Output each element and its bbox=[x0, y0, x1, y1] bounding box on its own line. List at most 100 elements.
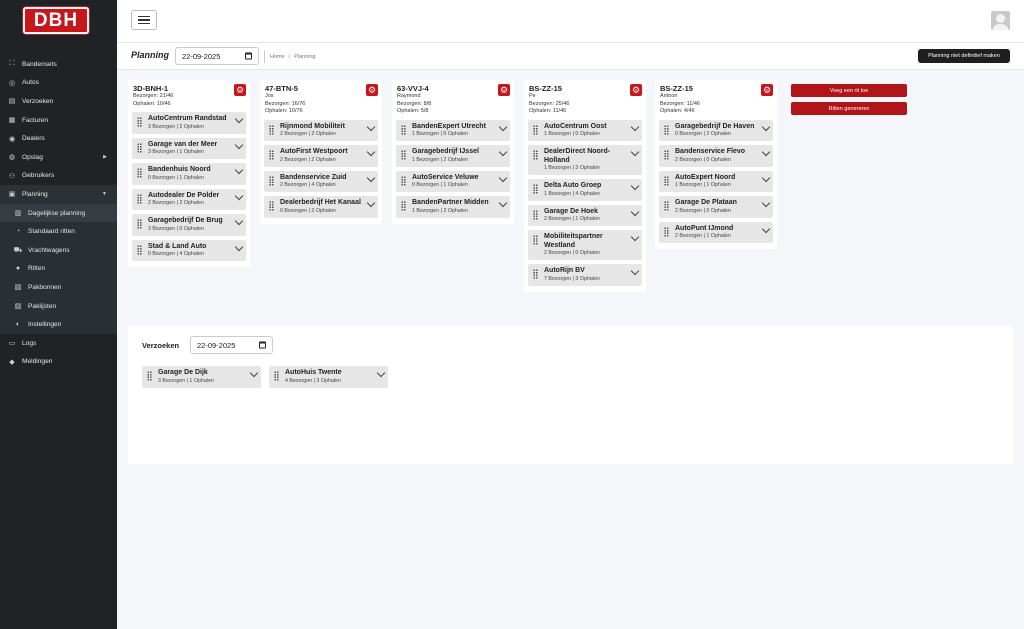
chevron-down-icon[interactable] bbox=[376, 368, 386, 378]
drag-handle-icon[interactable] bbox=[401, 201, 406, 211]
gear-icon[interactable]: ⚙ bbox=[366, 84, 378, 96]
stop-card[interactable]: Rijnmond Mobiliteit 2 Bezorgen | 2 Ophale… bbox=[264, 119, 378, 141]
chevron-down-icon[interactable] bbox=[234, 242, 244, 251]
sidebar-item-bandensets[interactable]: ⛶ Bandensets bbox=[0, 55, 117, 74]
chevron-down-icon[interactable] bbox=[366, 122, 376, 131]
chevron-down-icon[interactable] bbox=[366, 198, 376, 208]
chevron-down-icon[interactable] bbox=[630, 122, 640, 131]
stop-card[interactable]: DealerDirect Noord-Holland 1 Bezorgen | 3… bbox=[528, 145, 642, 175]
chevron-down-icon[interactable] bbox=[761, 122, 771, 131]
chevron-down-icon[interactable] bbox=[234, 216, 244, 226]
finalize-planning-button[interactable]: Planning niet definitief maken bbox=[918, 49, 1010, 63]
drag-handle-icon[interactable] bbox=[269, 124, 274, 135]
drag-handle-icon[interactable] bbox=[137, 193, 142, 204]
generate-routes-button[interactable]: Ritten genereren bbox=[791, 102, 907, 115]
stop-card[interactable]: AutoCentrum Randstad 3 Bezorgen | 2 Ophal… bbox=[132, 112, 246, 134]
drag-handle-icon[interactable] bbox=[269, 175, 274, 186]
stop-card[interactable]: Garage van der Meer 3 Bezorgen | 1 Ophale… bbox=[132, 137, 246, 159]
stop-card[interactable]: Garagebedrijf De Brug 3 Bezorgen | 0 Opha… bbox=[132, 214, 246, 236]
sidebar-item-pakbonnen[interactable]: ▧ Pakbonnen bbox=[0, 278, 117, 297]
drag-handle-icon[interactable] bbox=[664, 150, 669, 160]
chevron-down-icon[interactable] bbox=[234, 191, 244, 200]
stop-card[interactable]: BandenPartner Midden 1 Bezorgen | 2 Ophal… bbox=[396, 196, 510, 218]
chevron-down-icon[interactable] bbox=[761, 224, 771, 233]
drag-handle-icon[interactable] bbox=[533, 184, 538, 194]
drag-handle-icon[interactable] bbox=[401, 124, 406, 135]
drag-handle-icon[interactable] bbox=[533, 235, 538, 245]
drag-handle-icon[interactable] bbox=[274, 371, 279, 381]
drag-handle-icon[interactable] bbox=[664, 201, 669, 211]
chevron-down-icon[interactable] bbox=[630, 266, 640, 276]
stop-card[interactable]: BandenExpert Utrecht 1 Bezorgen | 0 Ophal… bbox=[396, 119, 510, 141]
sidebar-item-autos[interactable]: ◎ Autos bbox=[0, 74, 117, 93]
stop-card[interactable]: Mobiliteitspartner Westland 2 Bezorgen | … bbox=[528, 230, 642, 260]
sidebar-item-meldingen[interactable]: ◆ Meldingen bbox=[0, 353, 117, 372]
drag-handle-icon[interactable] bbox=[533, 124, 538, 135]
drag-handle-icon[interactable] bbox=[664, 226, 669, 237]
sidebar-item-gebruikers[interactable]: ⚇ Gebruikers bbox=[0, 167, 117, 186]
stop-card[interactable]: Bandenservice Flevo 2 Bezorgen | 0 Ophale… bbox=[659, 145, 773, 167]
request-card[interactable]: AutoHuis Twente 4 Bezorgen | 3 Ophalen bbox=[269, 366, 388, 388]
stop-card[interactable]: AutoRijn BV 7 Bezorgen | 3 Ophalen bbox=[528, 264, 642, 286]
stop-card[interactable]: Garage De Hoek 2 Bezorgen | 1 Ophalen bbox=[528, 204, 642, 226]
sidebar-item-dealers[interactable]: ◉ Dealers bbox=[0, 129, 117, 148]
stop-card[interactable]: Garage De Plataan 2 Bezorgen | 0 Ophalen bbox=[659, 196, 773, 218]
drag-handle-icon[interactable] bbox=[533, 150, 538, 160]
drag-handle-icon[interactable] bbox=[401, 150, 406, 160]
stop-card[interactable]: AutoCentrum Oost 1 Bezorgen | 0 Ophalen bbox=[528, 119, 642, 141]
calendar-icon[interactable] bbox=[259, 341, 266, 349]
menu-toggle-button[interactable] bbox=[131, 10, 157, 30]
stop-card[interactable]: AutoExpert Noord 1 Bezorgen | 1 Ophalen bbox=[659, 170, 773, 192]
stop-card[interactable]: Dealerbedrijf Het Kanaal 0 Bezorgen | 2 O… bbox=[264, 196, 378, 218]
drag-handle-icon[interactable] bbox=[137, 244, 142, 255]
chevron-down-icon[interactable] bbox=[249, 368, 259, 378]
chevron-down-icon[interactable] bbox=[498, 147, 508, 157]
avatar[interactable] bbox=[991, 11, 1010, 30]
drag-handle-icon[interactable] bbox=[533, 209, 538, 220]
stop-card[interactable]: Stad & Land Auto 0 Bezorgen | 4 Ophalen bbox=[132, 239, 246, 261]
chevron-down-icon[interactable] bbox=[366, 147, 376, 157]
sidebar-item-ritten[interactable]: ● Ritten bbox=[0, 259, 117, 279]
calendar-icon[interactable] bbox=[245, 52, 252, 60]
drag-handle-icon[interactable] bbox=[137, 142, 142, 153]
chevron-down-icon[interactable] bbox=[630, 207, 640, 216]
drag-handle-icon[interactable] bbox=[269, 150, 274, 160]
stop-card[interactable]: Bandenservice Zuid 2 Bezorgen | 4 Ophalen bbox=[264, 170, 378, 192]
chevron-down-icon[interactable] bbox=[630, 147, 640, 157]
chevron-down-icon[interactable] bbox=[234, 114, 244, 124]
drag-handle-icon[interactable] bbox=[533, 269, 538, 279]
chevron-down-icon[interactable] bbox=[366, 173, 376, 182]
breadcrumb-home[interactable]: Home bbox=[270, 54, 285, 60]
stop-card[interactable]: AutoFirst Westpoort 2 Bezorgen | 2 Ophale… bbox=[264, 145, 378, 167]
drag-handle-icon[interactable] bbox=[137, 168, 142, 178]
chevron-down-icon[interactable] bbox=[761, 147, 771, 157]
sidebar-item-vrachtwagens[interactable]: ⛟ Vrachtwagens bbox=[0, 240, 117, 260]
sidebar-item-paklijsten[interactable]: ▨ Paklijsten bbox=[0, 296, 117, 316]
request-card[interactable]: Garage De Dijk 3 Bezorgen | 1 Ophalen bbox=[142, 366, 261, 388]
drag-handle-icon[interactable] bbox=[137, 219, 142, 229]
gear-icon[interactable]: ⚙ bbox=[630, 84, 642, 96]
sidebar-item-opslag[interactable]: ◍ Opslag ▶ bbox=[0, 148, 117, 167]
stop-card[interactable]: Bandenhuis Noord 0 Bezorgen | 1 Ophalen bbox=[132, 163, 246, 185]
gear-icon[interactable]: ⚙ bbox=[761, 84, 773, 96]
chevron-down-icon[interactable] bbox=[234, 140, 244, 149]
logo[interactable]: DBH bbox=[23, 7, 89, 34]
chevron-down-icon[interactable] bbox=[234, 165, 244, 175]
drag-handle-icon[interactable] bbox=[269, 201, 274, 211]
chevron-down-icon[interactable] bbox=[761, 198, 771, 208]
drag-handle-icon[interactable] bbox=[147, 371, 152, 381]
drag-handle-icon[interactable] bbox=[664, 124, 669, 135]
gear-icon[interactable]: ⚙ bbox=[234, 84, 246, 96]
sidebar-item-instellingen[interactable]: ◐ Instellingen bbox=[0, 315, 117, 334]
sidebar-item-verzoeken[interactable]: ▤ Verzoeken bbox=[0, 92, 117, 111]
chevron-down-icon[interactable] bbox=[498, 198, 508, 208]
add-route-button[interactable]: Voeg een rit toe bbox=[791, 84, 907, 97]
chevron-down-icon[interactable] bbox=[761, 173, 771, 182]
sidebar-item-logs[interactable]: ▭ Logs bbox=[0, 334, 117, 353]
sidebar-item-facturen[interactable]: ▦ Facturen bbox=[0, 111, 117, 130]
stop-card[interactable]: Delta Auto Groep 1 Bezorgen | 4 Ophalen bbox=[528, 179, 642, 201]
chevron-down-icon[interactable] bbox=[498, 122, 508, 131]
stop-card[interactable]: Garagebedrijf IJssel 1 Bezorgen | 2 Ophal… bbox=[396, 145, 510, 167]
drag-handle-icon[interactable] bbox=[664, 175, 669, 186]
requests-date-input[interactable]: 22-09-2025 bbox=[190, 336, 273, 354]
